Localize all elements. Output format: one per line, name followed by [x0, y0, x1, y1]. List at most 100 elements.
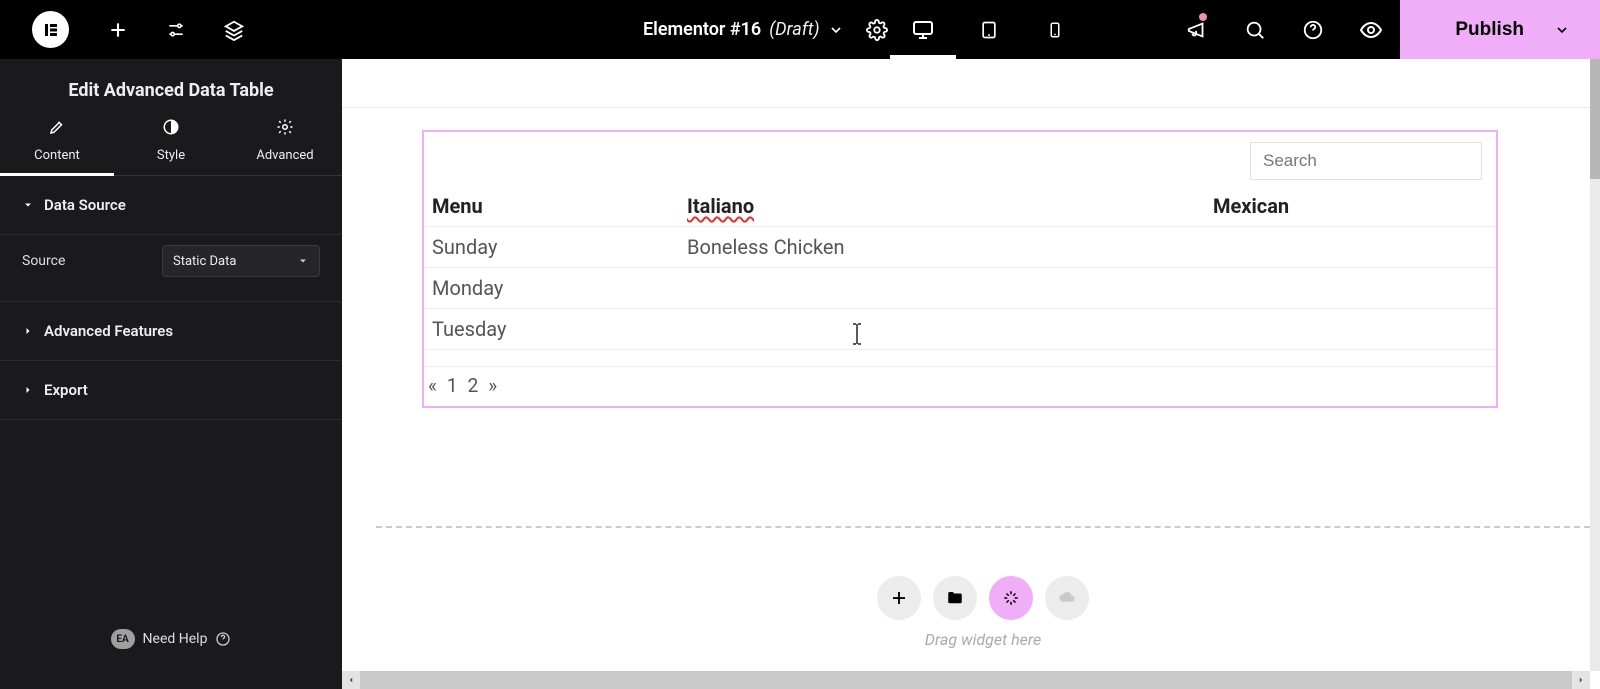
pencil-icon [48, 118, 66, 136]
table-header[interactable]: Menu [424, 186, 679, 227]
document-title: Elementor #16 [643, 19, 761, 40]
help-icon [215, 631, 231, 647]
caret-right-icon [22, 384, 34, 396]
table-header[interactable]: Mexican [1205, 186, 1496, 227]
table-cell[interactable] [1205, 309, 1496, 350]
gear-icon [276, 118, 294, 136]
data-table: Menu Italiano Mexican Sunday Boneless Ch… [424, 186, 1496, 367]
table-row: Monday [424, 268, 1496, 309]
table-row: Tuesday [424, 309, 1496, 350]
tablet-tab[interactable] [956, 0, 1022, 59]
section-export[interactable]: Export [0, 361, 342, 420]
document-status: (Draft) [769, 19, 819, 40]
scroll-track[interactable] [360, 671, 1572, 689]
help-label: Need Help [143, 631, 208, 647]
search-icon [1244, 19, 1266, 41]
help-button[interactable] [1284, 0, 1342, 59]
panel-tabs: Content Style Advanced [0, 118, 342, 176]
table-cell[interactable]: Boneless Chicken [679, 227, 1205, 268]
table-row: Sunday Boneless Chicken [424, 227, 1496, 268]
tab-content[interactable]: Content [0, 118, 114, 175]
table-cell[interactable] [679, 350, 1205, 367]
table-cell[interactable] [1205, 268, 1496, 309]
table-search-input[interactable] [1250, 142, 1482, 180]
chevron-down-icon [297, 255, 309, 267]
table-header[interactable]: Italiano [679, 186, 1205, 227]
elementor-icon [43, 22, 59, 38]
table-cell[interactable] [1205, 350, 1496, 367]
document-switcher[interactable]: Elementor #16 (Draft) [643, 19, 844, 40]
section-data-source[interactable]: Data Source [0, 176, 342, 235]
control-label: Source [22, 253, 65, 269]
scroll-right-arrow[interactable] [1572, 671, 1590, 689]
need-help-link[interactable]: EA Need Help [0, 629, 342, 649]
table-search-wrap [424, 132, 1496, 186]
eye-icon [1359, 18, 1383, 42]
scroll-left-arrow[interactable] [342, 671, 360, 689]
table-cell[interactable] [679, 268, 1205, 309]
cloud-icon [1058, 589, 1076, 607]
section-label: Advanced Features [44, 322, 173, 340]
plus-icon [108, 20, 128, 40]
template-library-button[interactable] [933, 576, 977, 620]
triangle-left-icon [346, 675, 356, 685]
mobile-tab[interactable] [1022, 0, 1088, 59]
elementor-logo[interactable] [32, 11, 69, 48]
source-select[interactable]: Static Data [162, 245, 320, 277]
publish-button[interactable]: Publish [1400, 0, 1600, 59]
data-table-widget[interactable]: Menu Italiano Mexican Sunday Boneless Ch… [422, 130, 1498, 408]
add-section-button[interactable] [877, 576, 921, 620]
table-cell[interactable] [679, 309, 1205, 350]
structure-button[interactable] [205, 0, 263, 59]
section-advanced-features[interactable]: Advanced Features [0, 302, 342, 361]
pager-next[interactable]: » [488, 374, 497, 397]
caret-right-icon [22, 325, 34, 337]
favorites-button[interactable] [1045, 576, 1089, 620]
topbar-left [0, 0, 263, 59]
chevron-down-icon [828, 22, 844, 38]
plus-icon [890, 589, 908, 607]
finder-button[interactable] [1226, 0, 1284, 59]
drop-zone-label: Drag widget here [376, 630, 1590, 649]
table-cell[interactable]: Tuesday [424, 309, 679, 350]
canvas-inner[interactable]: Menu Italiano Mexican Sunday Boneless Ch… [342, 107, 1590, 671]
preview-button[interactable] [1342, 0, 1400, 59]
desktop-tab[interactable] [890, 0, 956, 59]
responsive-tabs [890, 0, 1088, 59]
table-cell[interactable] [424, 350, 679, 367]
help-icon [1302, 19, 1324, 41]
scroll-thumb[interactable] [1590, 59, 1600, 179]
desktop-icon [911, 18, 935, 42]
chevron-down-icon [1554, 22, 1570, 38]
table-row [424, 350, 1496, 367]
pager-page[interactable]: 2 [468, 374, 479, 397]
ai-button[interactable] [989, 576, 1033, 620]
tablet-icon [979, 18, 999, 42]
pager-prev[interactable]: « [428, 374, 437, 397]
tab-label: Content [0, 148, 114, 163]
tab-advanced[interactable]: Advanced [228, 118, 342, 175]
editor-sidebar: Edit Advanced Data Table Content Style A… [0, 59, 342, 689]
add-element-button[interactable] [89, 0, 147, 59]
panel-title: Edit Advanced Data Table [0, 59, 342, 118]
tab-style[interactable]: Style [114, 118, 228, 175]
topbar: Elementor #16 (Draft) [0, 0, 1600, 59]
pager-page[interactable]: 1 [447, 374, 458, 397]
canvas: Menu Italiano Mexican Sunday Boneless Ch… [342, 59, 1600, 689]
text-cursor [850, 322, 864, 346]
gear-icon [866, 19, 888, 41]
horizontal-scrollbar[interactable] [342, 671, 1590, 689]
vertical-scrollbar[interactable] [1590, 59, 1600, 671]
drop-zone[interactable]: Drag widget here [376, 526, 1590, 671]
table-cell[interactable]: Sunday [424, 227, 679, 268]
section-label: Export [44, 381, 88, 399]
table-cell[interactable] [1205, 227, 1496, 268]
triangle-right-icon [1576, 675, 1586, 685]
whats-new-button[interactable] [1168, 0, 1226, 59]
table-cell[interactable]: Monday [424, 268, 679, 309]
folder-icon [946, 589, 964, 607]
caret-down-icon [22, 199, 34, 211]
sliders-icon [166, 20, 186, 40]
site-settings-button[interactable] [147, 0, 205, 59]
sparkle-icon [1002, 589, 1020, 607]
